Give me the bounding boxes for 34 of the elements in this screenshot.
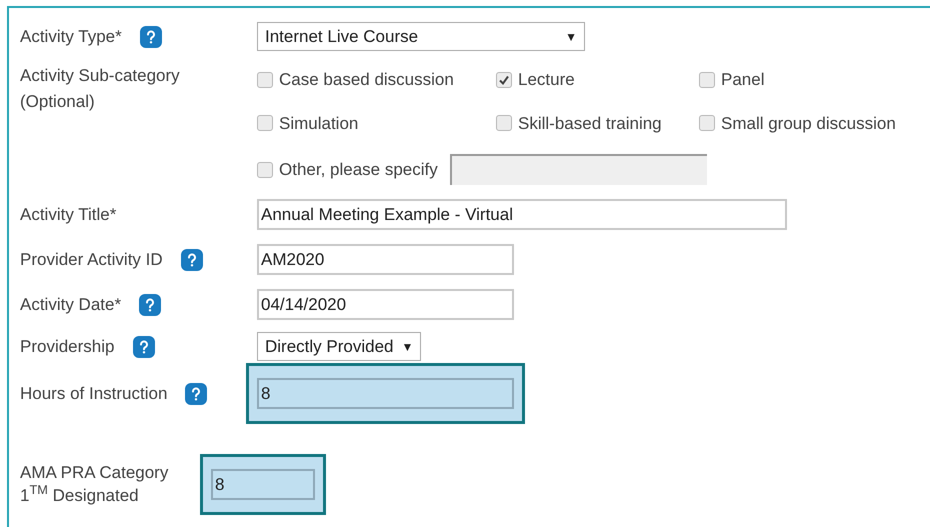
checkbox-label: Panel — [721, 69, 764, 91]
field-label: Activity Date* — [20, 294, 122, 316]
checkbox[interactable] — [699, 72, 715, 88]
checkbox[interactable] — [496, 115, 512, 132]
text-field[interactable]: 8 — [211, 469, 315, 500]
dropdown[interactable]: Internet Live Course ▼ — [257, 22, 585, 51]
help-icon[interactable] — [132, 336, 154, 358]
field-label: Provider Activity ID — [20, 248, 163, 271]
checkbox[interactable] — [699, 115, 715, 132]
text-field[interactable]: AM2020 — [257, 244, 514, 275]
field-label: Providership — [20, 336, 114, 358]
checkbox-label: Simulation — [279, 112, 358, 134]
field-label: Activity Title* — [20, 204, 116, 226]
checkbox[interactable] — [496, 72, 512, 88]
checkbox-label: Small group discussion — [721, 112, 896, 134]
help-icon[interactable] — [180, 248, 203, 270]
text-field[interactable]: Annual Meeting Example - Virtual — [257, 199, 787, 230]
checkbox-label: Case based discussion — [279, 69, 454, 91]
dropdown[interactable]: Directly Provided ▼ — [257, 332, 422, 361]
checkbox-label: Lecture — [518, 69, 575, 91]
text-field[interactable]: 04/14/2020 — [257, 289, 514, 320]
field-label: Activity Type* — [20, 26, 122, 48]
checkbox[interactable] — [257, 72, 273, 88]
help-icon[interactable] — [185, 382, 208, 404]
help-icon[interactable] — [139, 294, 162, 316]
field-label: Hours of Instruction — [20, 382, 168, 405]
checkbox[interactable] — [257, 115, 273, 132]
field-label: Activity Sub-category (Optional) — [20, 65, 181, 112]
field-label: AMA PRA Category 1$^{TM}$ Designated — [20, 462, 170, 506]
checkbox[interactable] — [257, 162, 273, 178]
checkbox-label: Skill-based training — [518, 112, 662, 134]
text-field[interactable]: 8 — [257, 378, 514, 409]
help-icon[interactable] — [140, 26, 162, 48]
checkbox-label: Other, please specify — [279, 158, 438, 181]
